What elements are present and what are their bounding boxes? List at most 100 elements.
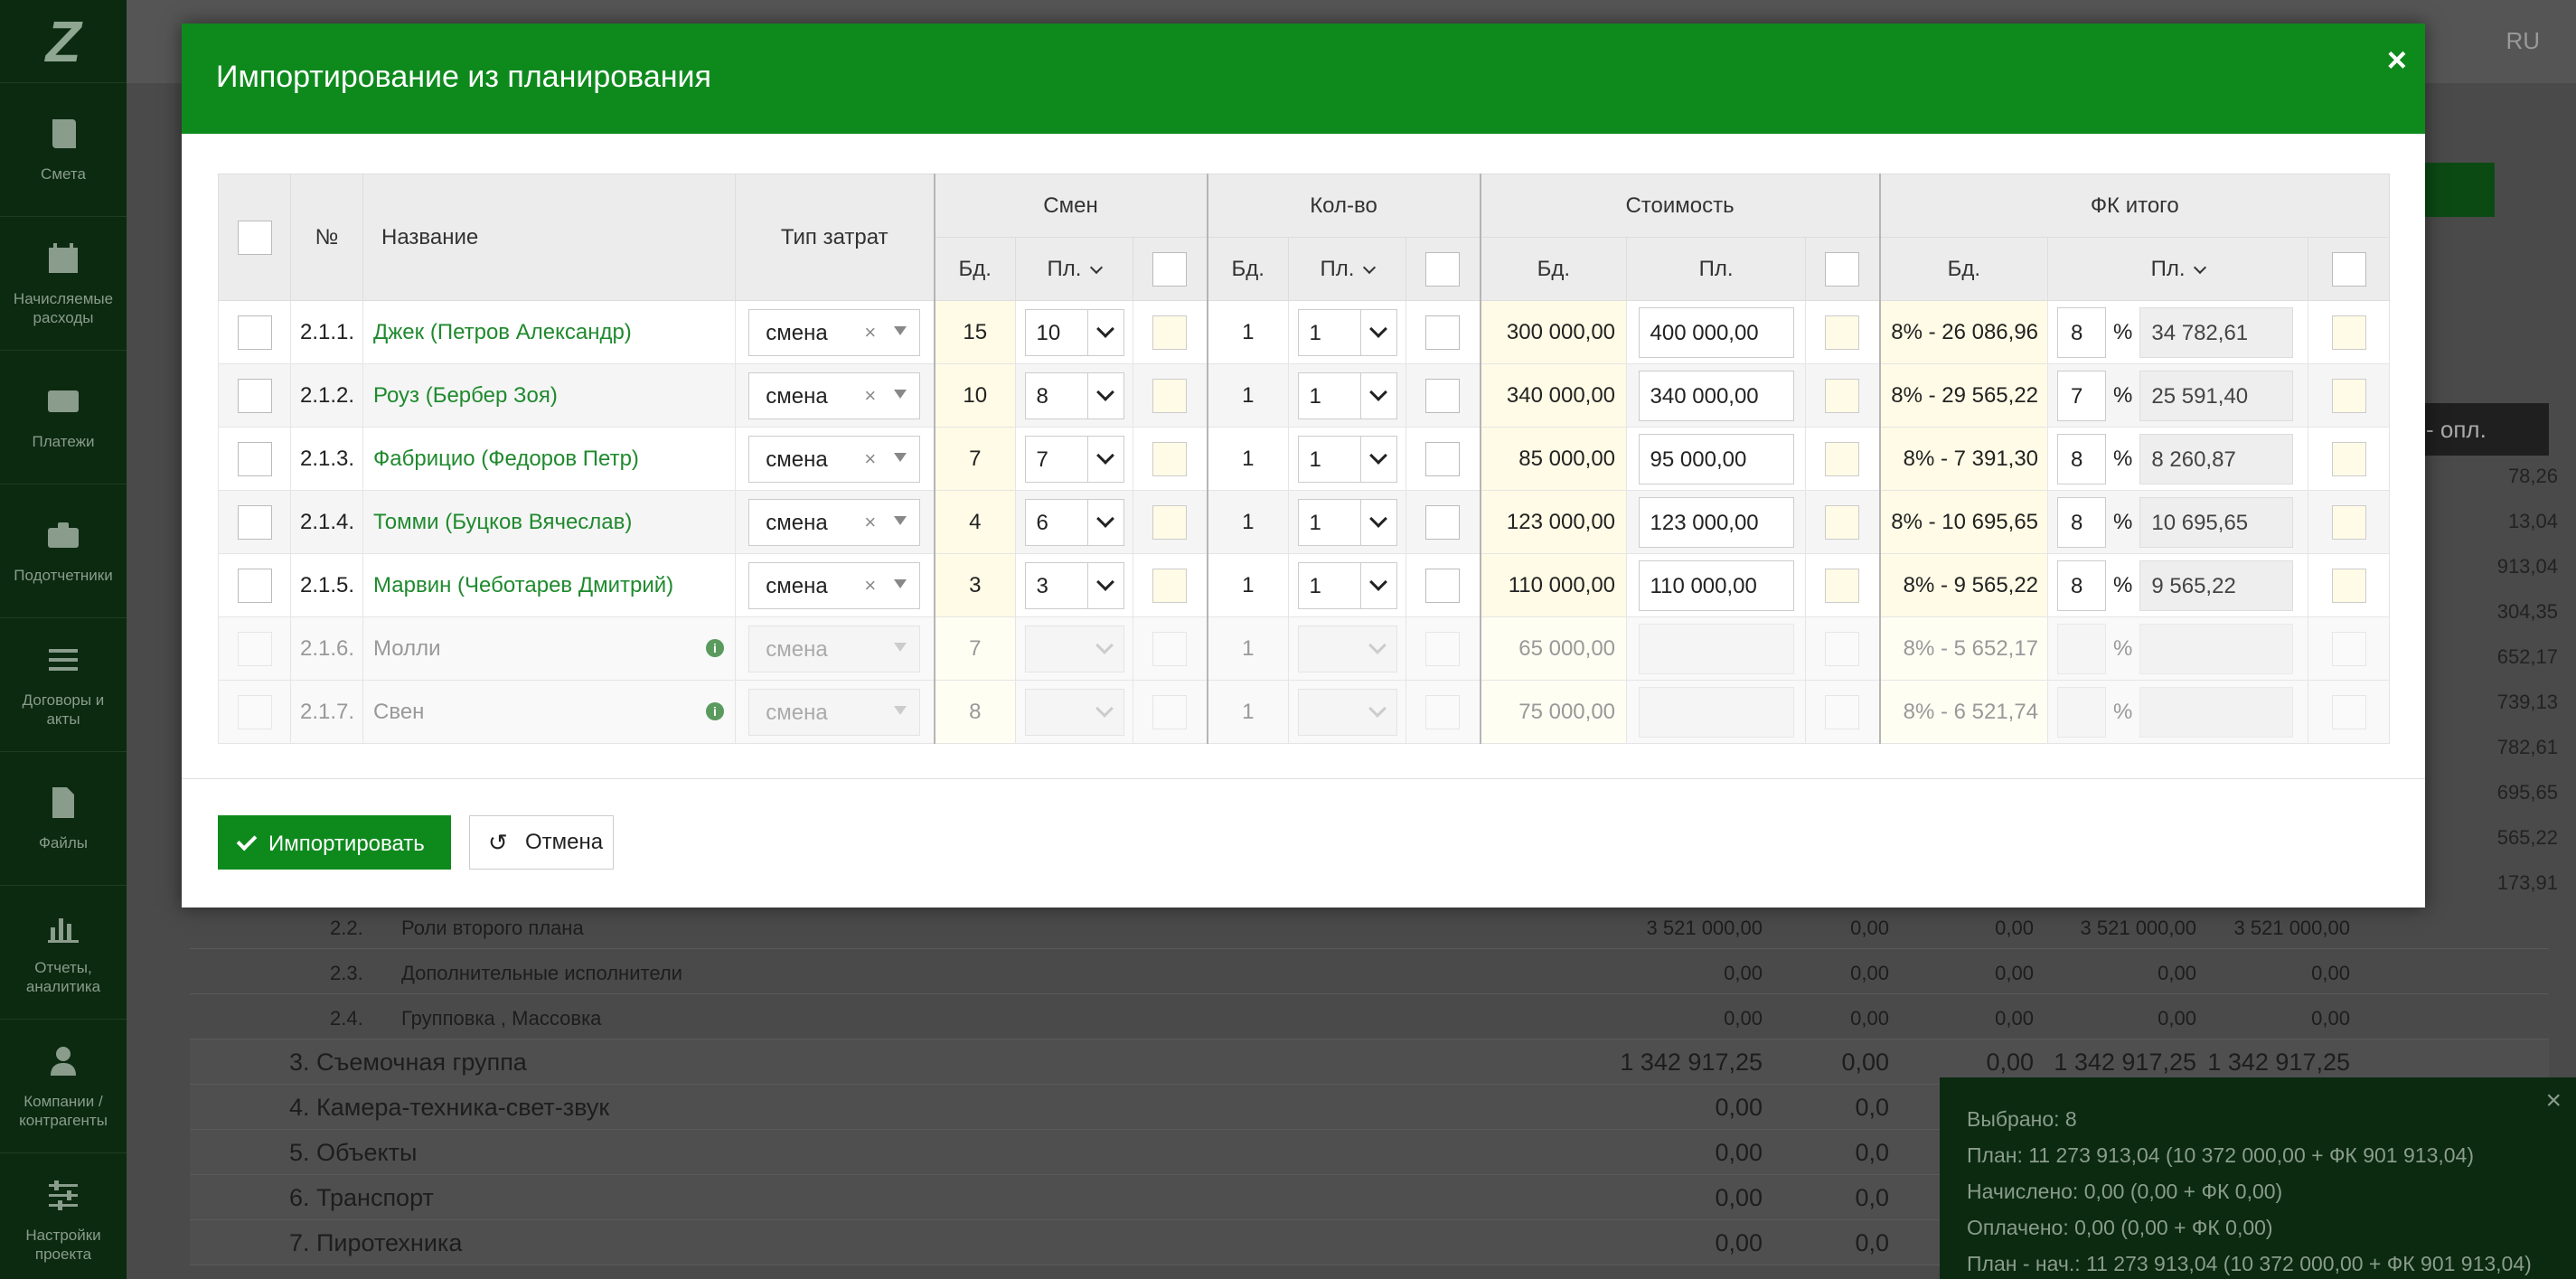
sidebar-item-1[interactable]: Смета bbox=[0, 83, 127, 217]
app-sidebar: Z Смета Начисляемые расходы Платежи Подотче… bbox=[0, 0, 127, 1279]
shifts-plan-select[interactable]: 8 bbox=[1024, 371, 1124, 419]
cost-type-select[interactable]: смена × bbox=[748, 371, 921, 419]
qty-plan-select[interactable]: 1 bbox=[1297, 498, 1397, 546]
sidebar-item-2[interactable]: Начисляемые расходы bbox=[0, 217, 127, 351]
qty-plan-select[interactable]: 1 bbox=[1297, 561, 1397, 609]
row-name-link[interactable]: Томми (Буцков Вячеслав) bbox=[373, 510, 632, 534]
fk-import-checkbox[interactable] bbox=[2331, 315, 2366, 350]
subheader-qty-plan[interactable]: Пл. bbox=[1288, 237, 1406, 301]
chevron-down-icon bbox=[1359, 372, 1396, 418]
clear-icon[interactable]: × bbox=[864, 447, 876, 471]
language-switch[interactable]: RU bbox=[2505, 27, 2540, 55]
qty-plan-select[interactable]: 1 bbox=[1297, 308, 1397, 356]
qty-import-checkbox[interactable] bbox=[1425, 504, 1461, 540]
shifts-plan-select[interactable]: 3 bbox=[1024, 561, 1124, 609]
fk-import-checkbox[interactable] bbox=[2331, 504, 2366, 540]
subheader-shifts-plan[interactable]: Пл. bbox=[1015, 237, 1133, 301]
cost-select-all-checkbox[interactable] bbox=[1825, 251, 1860, 287]
cost-plan-input[interactable]: 110 000,00 bbox=[1638, 560, 1794, 611]
fk-plan-amount bbox=[2139, 623, 2294, 674]
close-icon[interactable]: × bbox=[2387, 42, 2407, 80]
row-select-checkbox[interactable] bbox=[237, 378, 272, 413]
sidebar-item-8[interactable]: Компании / контрагенты bbox=[0, 1020, 127, 1153]
row-name-link[interactable]: Марвин (Чеботарев Дмитрий) bbox=[373, 573, 673, 597]
sidebar-item-3[interactable]: Платежи bbox=[0, 351, 127, 484]
cost-type-select[interactable]: смена × bbox=[748, 561, 921, 609]
qty-plan-select[interactable]: 1 bbox=[1297, 435, 1397, 483]
sidebar-item-5[interactable]: Договоры и акты bbox=[0, 618, 127, 752]
qty-import-checkbox[interactable] bbox=[1425, 378, 1461, 413]
app-logo[interactable]: Z bbox=[0, 0, 127, 83]
fk-import-checkbox[interactable] bbox=[2331, 441, 2366, 476]
clear-icon[interactable]: × bbox=[864, 321, 876, 344]
cost-type-select[interactable]: смена × bbox=[748, 308, 921, 356]
cost-import-checkbox[interactable] bbox=[1825, 441, 1860, 476]
subheader-fk-plan[interactable]: Пл. bbox=[2047, 237, 2309, 301]
cost-import-checkbox[interactable] bbox=[1825, 315, 1860, 350]
clear-icon[interactable]: × bbox=[864, 384, 876, 408]
qty-plan-select[interactable]: 1 bbox=[1297, 371, 1397, 419]
row-name-link[interactable]: Джек (Петров Александр) bbox=[373, 320, 632, 344]
fk-import-checkbox[interactable] bbox=[2331, 568, 2366, 603]
cost-plan-input[interactable]: 95 000,00 bbox=[1638, 433, 1794, 484]
cost-plan-input[interactable]: 123 000,00 bbox=[1638, 496, 1794, 548]
chevron-down-icon[interactable] bbox=[1363, 260, 1377, 274]
shifts-import-checkbox[interactable] bbox=[1152, 568, 1188, 603]
fk-percent-input[interactable]: 8 bbox=[2057, 433, 2107, 484]
row-name-link[interactable]: Роуз (Бербер Зоя) bbox=[373, 383, 558, 408]
row-select-checkbox[interactable] bbox=[237, 568, 272, 603]
cost-plan-input[interactable]: 400 000,00 bbox=[1638, 306, 1794, 358]
fk-percent-input[interactable]: 7 bbox=[2057, 370, 2107, 421]
sidebar-item-9[interactable]: Настройки проекта bbox=[0, 1153, 127, 1279]
chevron-down-icon[interactable] bbox=[1090, 260, 1104, 274]
subheader-shifts-budget: Бд. bbox=[933, 237, 1016, 301]
qty-select-all-checkbox[interactable] bbox=[1425, 251, 1461, 287]
shifts-plan-select[interactable]: 7 bbox=[1024, 435, 1124, 483]
qty-budget: 1 bbox=[1206, 680, 1289, 744]
import-button[interactable]: Импортировать bbox=[218, 815, 451, 870]
chevron-down-icon[interactable] bbox=[2194, 260, 2207, 274]
fk-import-checkbox[interactable] bbox=[2331, 378, 2366, 413]
qty-import-checkbox[interactable] bbox=[1425, 568, 1461, 603]
fk-percent-input[interactable]: 8 bbox=[2057, 306, 2107, 358]
sidebar-item-7[interactable]: Отчеты, аналитика bbox=[0, 886, 127, 1020]
qty-import-checkbox[interactable] bbox=[1425, 315, 1461, 350]
chevron-down-icon bbox=[1359, 309, 1396, 355]
fk-percent-input[interactable]: 8 bbox=[2057, 496, 2107, 548]
row-select-checkbox[interactable] bbox=[237, 441, 272, 476]
cost-type-select[interactable]: смена × bbox=[748, 498, 921, 546]
cost-import-checkbox[interactable] bbox=[1825, 504, 1860, 540]
select-all-checkbox[interactable] bbox=[237, 220, 272, 255]
shifts-plan-select[interactable]: 6 bbox=[1024, 498, 1124, 546]
shifts-import-checkbox[interactable] bbox=[1152, 378, 1188, 413]
cost-import-checkbox[interactable] bbox=[1825, 378, 1860, 413]
selection-plan-minus-accrued: План - нач.: 11 273 913,04 (10 372 000,0… bbox=[1967, 1252, 2532, 1275]
row-select-checkbox[interactable] bbox=[237, 315, 272, 350]
qty-import-checkbox[interactable] bbox=[1425, 441, 1461, 476]
fk-check-cell bbox=[2308, 616, 2391, 681]
table-row: 2.1.1. Джек (Петров Александр) смена × 15 10 1… bbox=[218, 300, 2391, 364]
cost-plan-input[interactable]: 340 000,00 bbox=[1638, 370, 1794, 421]
row-name-cell: Молли i bbox=[362, 616, 736, 681]
info-icon[interactable]: i bbox=[706, 639, 724, 657]
row-select-checkbox[interactable] bbox=[237, 504, 272, 540]
fk-percent-input[interactable]: 8 bbox=[2057, 560, 2107, 611]
shifts-import-checkbox[interactable] bbox=[1152, 504, 1188, 540]
shifts-plan-select[interactable]: 10 bbox=[1024, 308, 1124, 356]
cancel-button[interactable]: ↺ Отмена bbox=[469, 815, 614, 870]
clear-icon[interactable]: × bbox=[864, 574, 876, 597]
shifts-select-all-checkbox[interactable] bbox=[1152, 251, 1188, 287]
close-icon[interactable]: × bbox=[2545, 1083, 2562, 1119]
shifts-import-checkbox[interactable] bbox=[1152, 315, 1188, 350]
shifts-budget: 7 bbox=[933, 427, 1016, 491]
sidebar-item-4[interactable]: Подотчетники bbox=[0, 484, 127, 618]
cost-import-checkbox[interactable] bbox=[1825, 568, 1860, 603]
shifts-import-checkbox[interactable] bbox=[1152, 441, 1188, 476]
sidebar-item-6[interactable]: Файлы bbox=[0, 752, 127, 886]
row-name-link[interactable]: Фабрицио (Федоров Петр) bbox=[373, 447, 639, 471]
clear-icon[interactable]: × bbox=[864, 511, 876, 534]
info-icon[interactable]: i bbox=[706, 702, 724, 720]
qty-plan-cell: 1 bbox=[1288, 363, 1406, 428]
cost-type-select[interactable]: смена × bbox=[748, 435, 921, 483]
fk-select-all-checkbox[interactable] bbox=[2331, 251, 2366, 287]
